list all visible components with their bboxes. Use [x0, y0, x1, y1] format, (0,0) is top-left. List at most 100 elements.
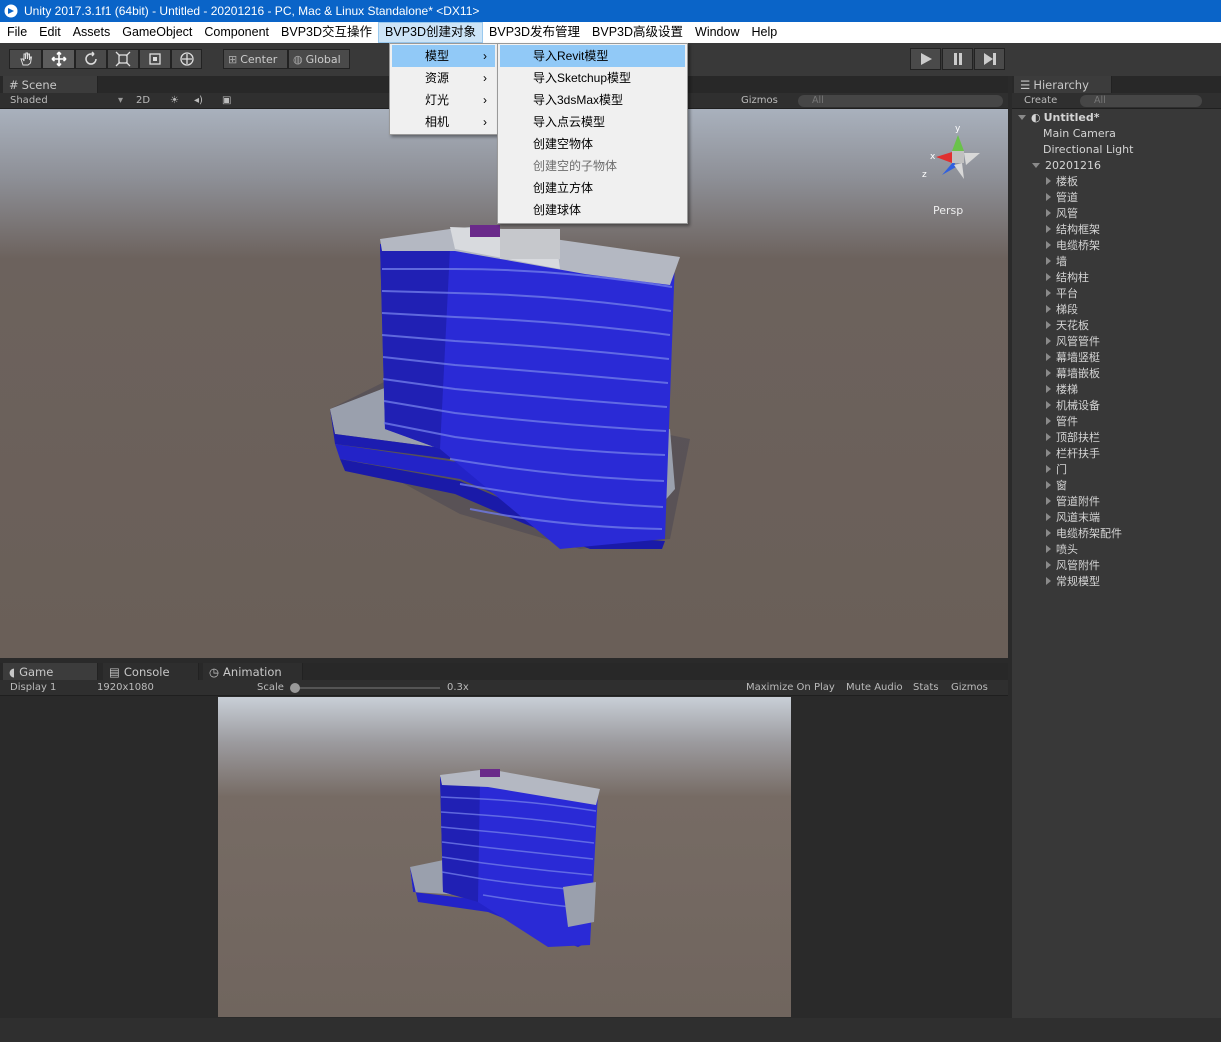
display-dropdown[interactable]: Display 1	[10, 682, 56, 694]
tab-console[interactable]: ▤ Console	[103, 663, 199, 681]
pivot-center-label: Center	[240, 52, 278, 66]
lighting-toggle-icon[interactable]: ☀	[170, 95, 179, 107]
scale-tool-button[interactable]	[107, 49, 139, 69]
hierarchy-child-item[interactable]: 结构柱	[1046, 269, 1089, 285]
hierarchy-child-item[interactable]: 幕墙嵌板	[1046, 365, 1100, 381]
hierarchy-search-input[interactable]: All	[1080, 95, 1202, 107]
resolution-dropdown[interactable]: 1920x1080	[97, 682, 154, 694]
hand-tool-button[interactable]	[9, 49, 42, 69]
menu-item-create-cube[interactable]: 创建立方体	[500, 177, 685, 199]
hierarchy-child-item[interactable]: 窗	[1046, 477, 1067, 493]
tab-scene-label: Scene	[21, 78, 57, 92]
menu-item-camera[interactable]: 相机 ›	[392, 111, 495, 133]
scale-slider-handle[interactable]	[290, 683, 300, 693]
move-tool-button[interactable]	[42, 49, 75, 69]
hierarchy-child-item[interactable]: 电缆桥架配件	[1046, 525, 1122, 541]
expand-arrow-icon	[1046, 529, 1051, 537]
hierarchy-child-item[interactable]: 幕墙竖梃	[1046, 349, 1100, 365]
hierarchy-child-item[interactable]: 楼板	[1046, 173, 1078, 189]
hierarchy-child-item[interactable]: 楼梯	[1046, 381, 1078, 397]
hierarchy-child-item[interactable]: 梯段	[1046, 301, 1078, 317]
menu-item-light[interactable]: 灯光 ›	[392, 89, 495, 111]
tab-animation[interactable]: ◷ Animation	[203, 663, 303, 681]
expand-arrow-icon	[1046, 513, 1051, 521]
maximize-on-play-toggle[interactable]: Maximize On Play	[746, 682, 835, 694]
hierarchy-child-item[interactable]: 顶部扶栏	[1046, 429, 1100, 445]
menu-item-import-3dsmax[interactable]: 导入3dsMax模型	[500, 89, 685, 111]
menu-bvp3d-create[interactable]: BVP3D创建对象	[378, 22, 484, 43]
menu-component[interactable]: Component	[198, 22, 275, 43]
shading-dropdown[interactable]: Shaded	[10, 95, 48, 107]
menu-gameobject[interactable]: GameObject	[116, 22, 198, 43]
hierarchy-child-item[interactable]: 喷头	[1046, 541, 1078, 557]
step-button[interactable]	[974, 48, 1005, 70]
menu-window[interactable]: Window	[689, 22, 745, 43]
expand-arrow-icon	[1046, 305, 1051, 313]
scale-slider[interactable]	[292, 687, 440, 689]
tab-hierarchy[interactable]: ☰ Hierarchy	[1014, 76, 1112, 94]
mute-audio-toggle[interactable]: Mute Audio	[846, 682, 903, 694]
hierarchy-child-item[interactable]: 风管管件	[1046, 333, 1100, 349]
create-dropdown[interactable]: Create	[1024, 95, 1057, 107]
menu-help[interactable]: Help	[745, 22, 783, 43]
menu-item-import-revit[interactable]: 导入Revit模型	[500, 45, 685, 67]
hierarchy-child-item[interactable]: 墙	[1046, 253, 1067, 269]
scene-root-item[interactable]: ◐ Untitled*	[1018, 109, 1100, 125]
stats-toggle[interactable]: Stats	[913, 682, 939, 694]
expand-arrow-icon	[1046, 225, 1051, 233]
hierarchy-item[interactable]: Main Camera	[1043, 125, 1116, 141]
2d-toggle[interactable]: 2D	[136, 95, 150, 107]
game-viewport[interactable]	[218, 697, 791, 1017]
hierarchy-child-item[interactable]: 管道附件	[1046, 493, 1100, 509]
hierarchy-child-item[interactable]: 风道末端	[1046, 509, 1100, 525]
hierarchy-child-item[interactable]: 天花板	[1046, 317, 1089, 333]
hierarchy-child-item[interactable]: 机械设备	[1046, 397, 1100, 413]
group-item-20201216[interactable]: 20201216	[1032, 157, 1101, 173]
menu-item-import-sketchup[interactable]: 导入Sketchup模型	[500, 67, 685, 89]
menu-item-create-sphere[interactable]: 创建球体	[500, 199, 685, 221]
play-button[interactable]	[910, 48, 941, 70]
rect-tool-button[interactable]	[139, 49, 171, 69]
hierarchy-child-item[interactable]: 管件	[1046, 413, 1078, 429]
scene-search-input[interactable]: All	[798, 95, 1003, 107]
rotate-tool-button[interactable]	[75, 49, 107, 69]
pivot-center-button[interactable]: ⊞ Center	[223, 49, 288, 69]
tab-scene[interactable]: # Scene	[3, 76, 98, 94]
audio-toggle-icon[interactable]: ◂)	[194, 95, 203, 107]
menu-item-create-empty[interactable]: 创建空物体	[500, 133, 685, 155]
menu-item-import-pointcloud[interactable]: 导入点云模型	[500, 111, 685, 133]
hierarchy-child-item[interactable]: 风管附件	[1046, 557, 1100, 573]
hierarchy-child-label: 顶部扶栏	[1056, 431, 1100, 444]
menu-item-camera-label: 相机	[425, 115, 450, 129]
gizmo-y-label: y	[955, 124, 961, 134]
pause-button[interactable]	[942, 48, 973, 70]
hierarchy-child-item[interactable]: 平台	[1046, 285, 1078, 301]
hierarchy-child-item[interactable]: 门	[1046, 461, 1067, 477]
transform-tool-button[interactable]	[171, 49, 202, 69]
menu-bvp3d-advanced[interactable]: BVP3D高级设置	[586, 22, 689, 43]
pivot-global-button[interactable]: ◍ Global	[288, 49, 350, 69]
menu-file[interactable]: File	[0, 22, 33, 43]
menu-item-model[interactable]: 模型 ›	[392, 45, 495, 67]
hierarchy-child-item[interactable]: 结构框架	[1046, 221, 1100, 237]
game-gizmos-dropdown[interactable]: Gizmos	[951, 682, 988, 694]
hierarchy-child-item[interactable]: 管道	[1046, 189, 1078, 205]
hierarchy-child-item[interactable]: 栏杆扶手	[1046, 445, 1100, 461]
submenu-arrow-icon: ›	[483, 71, 487, 85]
persp-label[interactable]: Persp	[933, 204, 963, 217]
hierarchy-item[interactable]: Directional Light	[1043, 141, 1133, 157]
hierarchy-child-label: 栏杆扶手	[1056, 447, 1100, 460]
hierarchy-child-item[interactable]: 常规模型	[1046, 573, 1100, 589]
menu-bvp3d-interaction[interactable]: BVP3D交互操作	[275, 22, 378, 43]
effects-toggle-icon[interactable]: ▣	[222, 95, 231, 107]
hierarchy-child-label: 幕墙嵌板	[1056, 367, 1100, 380]
menu-edit[interactable]: Edit	[33, 22, 67, 43]
menu-assets[interactable]: Assets	[67, 22, 117, 43]
hierarchy-child-item[interactable]: 电缆桥架	[1046, 237, 1100, 253]
menu-bvp3d-publish[interactable]: BVP3D发布管理	[483, 22, 586, 43]
menu-item-resource[interactable]: 资源 ›	[392, 67, 495, 89]
gizmos-dropdown[interactable]: Gizmos	[741, 95, 778, 107]
hierarchy-child-item[interactable]: 风管	[1046, 205, 1078, 221]
tab-game[interactable]: ◖ Game	[3, 663, 98, 681]
building-model-game	[410, 769, 600, 947]
